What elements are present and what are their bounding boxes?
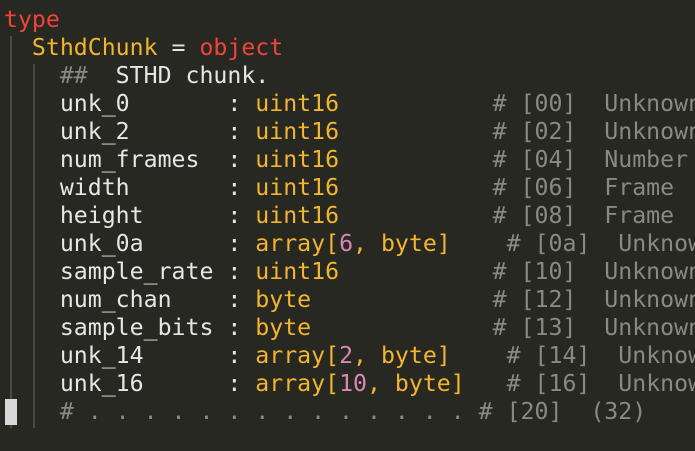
- array-size: 6: [339, 230, 354, 257]
- field-name: sample_rate: [59, 258, 214, 285]
- field-type: byte: [255, 286, 312, 313]
- code-editor[interactable]: type SthdChunk = object ## STHD chunk. u…: [0, 0, 695, 451]
- type-name: SthdChunk: [31, 34, 158, 61]
- field-name: num_frames: [59, 146, 214, 173]
- field-comment: # [16] Unknown: [506, 370, 695, 397]
- field-comment: # [06] Frame: [492, 174, 675, 201]
- field-comment: # [0a] Unknown: [506, 230, 695, 257]
- field-name: unk_16: [59, 370, 214, 397]
- field-name: width: [59, 174, 214, 201]
- field-separator: :: [213, 314, 256, 341]
- field-type: uint16: [255, 146, 340, 173]
- code-line: SthdChunk = object: [4, 34, 283, 62]
- field-separator: :: [213, 174, 256, 201]
- field-line: sample_rate : uint16 # [10] Unknown: [4, 258, 695, 286]
- field-name: sample_bits: [59, 314, 214, 341]
- field-name: unk_14: [59, 342, 214, 369]
- array-elem-type: , byte]: [366, 370, 465, 397]
- field-name: unk_0: [59, 90, 214, 117]
- field-separator: :: [213, 230, 256, 257]
- field-name: num_chan: [59, 286, 214, 313]
- field-line: sample_bits : byte # [13] Unknown: [4, 314, 695, 342]
- field-type: array[: [255, 230, 340, 257]
- code-line: type: [4, 6, 60, 34]
- code-line: ## STHD chunk.: [4, 62, 269, 90]
- field-separator: :: [213, 90, 256, 117]
- field-separator: :: [213, 258, 256, 285]
- field-type: uint16: [255, 118, 340, 145]
- field-type: uint16: [255, 202, 340, 229]
- field-name: unk_0a: [59, 230, 214, 257]
- doc-comment-marker: ##: [59, 62, 88, 89]
- array-elem-type: , byte]: [353, 230, 451, 257]
- field-separator: :: [213, 118, 256, 145]
- field-comment: # [12] Unknown: [492, 286, 695, 313]
- field-line: num_chan : byte # [12] Unknown: [4, 286, 695, 314]
- array-elem-type: , byte]: [353, 342, 451, 369]
- array-size: 10: [339, 370, 367, 397]
- padding-dots-comment: # . . . . . . . . . . . . . .: [59, 398, 479, 425]
- keyword-object: object: [199, 34, 284, 61]
- field-comment: # [13] Unknown: [492, 314, 695, 341]
- text-cursor: [5, 399, 17, 425]
- field-type: uint16: [255, 174, 340, 201]
- field-line: unk_14 : array[2, byte] # [14] Unknown: [4, 342, 695, 370]
- field-comment: # [00] Unknown: [492, 90, 695, 117]
- field-line: unk_2 : uint16 # [02] Unknown: [4, 118, 695, 146]
- doc-comment-text: STHD chunk.: [87, 62, 270, 89]
- field-line: num_frames : uint16 # [04] Number: [4, 146, 688, 174]
- field-type: byte: [255, 314, 312, 341]
- field-line: unk_0 : uint16 # [00] Unknown: [4, 90, 695, 118]
- keyword-type: type: [4, 6, 60, 33]
- code-line: # . . . . . . . . . . . . . . # [20] (32…: [4, 398, 646, 426]
- array-size: 2: [339, 342, 354, 369]
- field-type: uint16: [255, 258, 340, 285]
- field-comment: # [14] Unknown: [506, 342, 695, 369]
- field-comment: # [20] (32): [478, 398, 647, 425]
- field-comment: # [08] Frame: [492, 202, 675, 229]
- field-line: unk_0a : array[6, byte] # [0a] Unknown: [4, 230, 695, 258]
- field-comment: # [10] Unknown: [492, 258, 695, 285]
- field-comment: # [02] Unknown: [492, 118, 695, 145]
- field-separator: :: [213, 370, 256, 397]
- field-name: unk_2: [59, 118, 214, 145]
- field-line: unk_16 : array[10, byte] # [16] Unknown: [4, 370, 695, 398]
- field-type: array[: [255, 370, 340, 397]
- field-separator: :: [213, 342, 256, 369]
- field-line: width : uint16 # [06] Frame: [4, 174, 674, 202]
- field-separator: :: [213, 146, 256, 173]
- field-type: uint16: [255, 90, 340, 117]
- field-separator: :: [213, 202, 256, 229]
- field-comment: # [04] Number: [492, 146, 689, 173]
- assign-operator: =: [157, 34, 200, 61]
- field-line: height : uint16 # [08] Frame: [4, 202, 674, 230]
- field-separator: :: [213, 286, 256, 313]
- field-type: array[: [255, 342, 340, 369]
- field-name: height: [59, 202, 214, 229]
